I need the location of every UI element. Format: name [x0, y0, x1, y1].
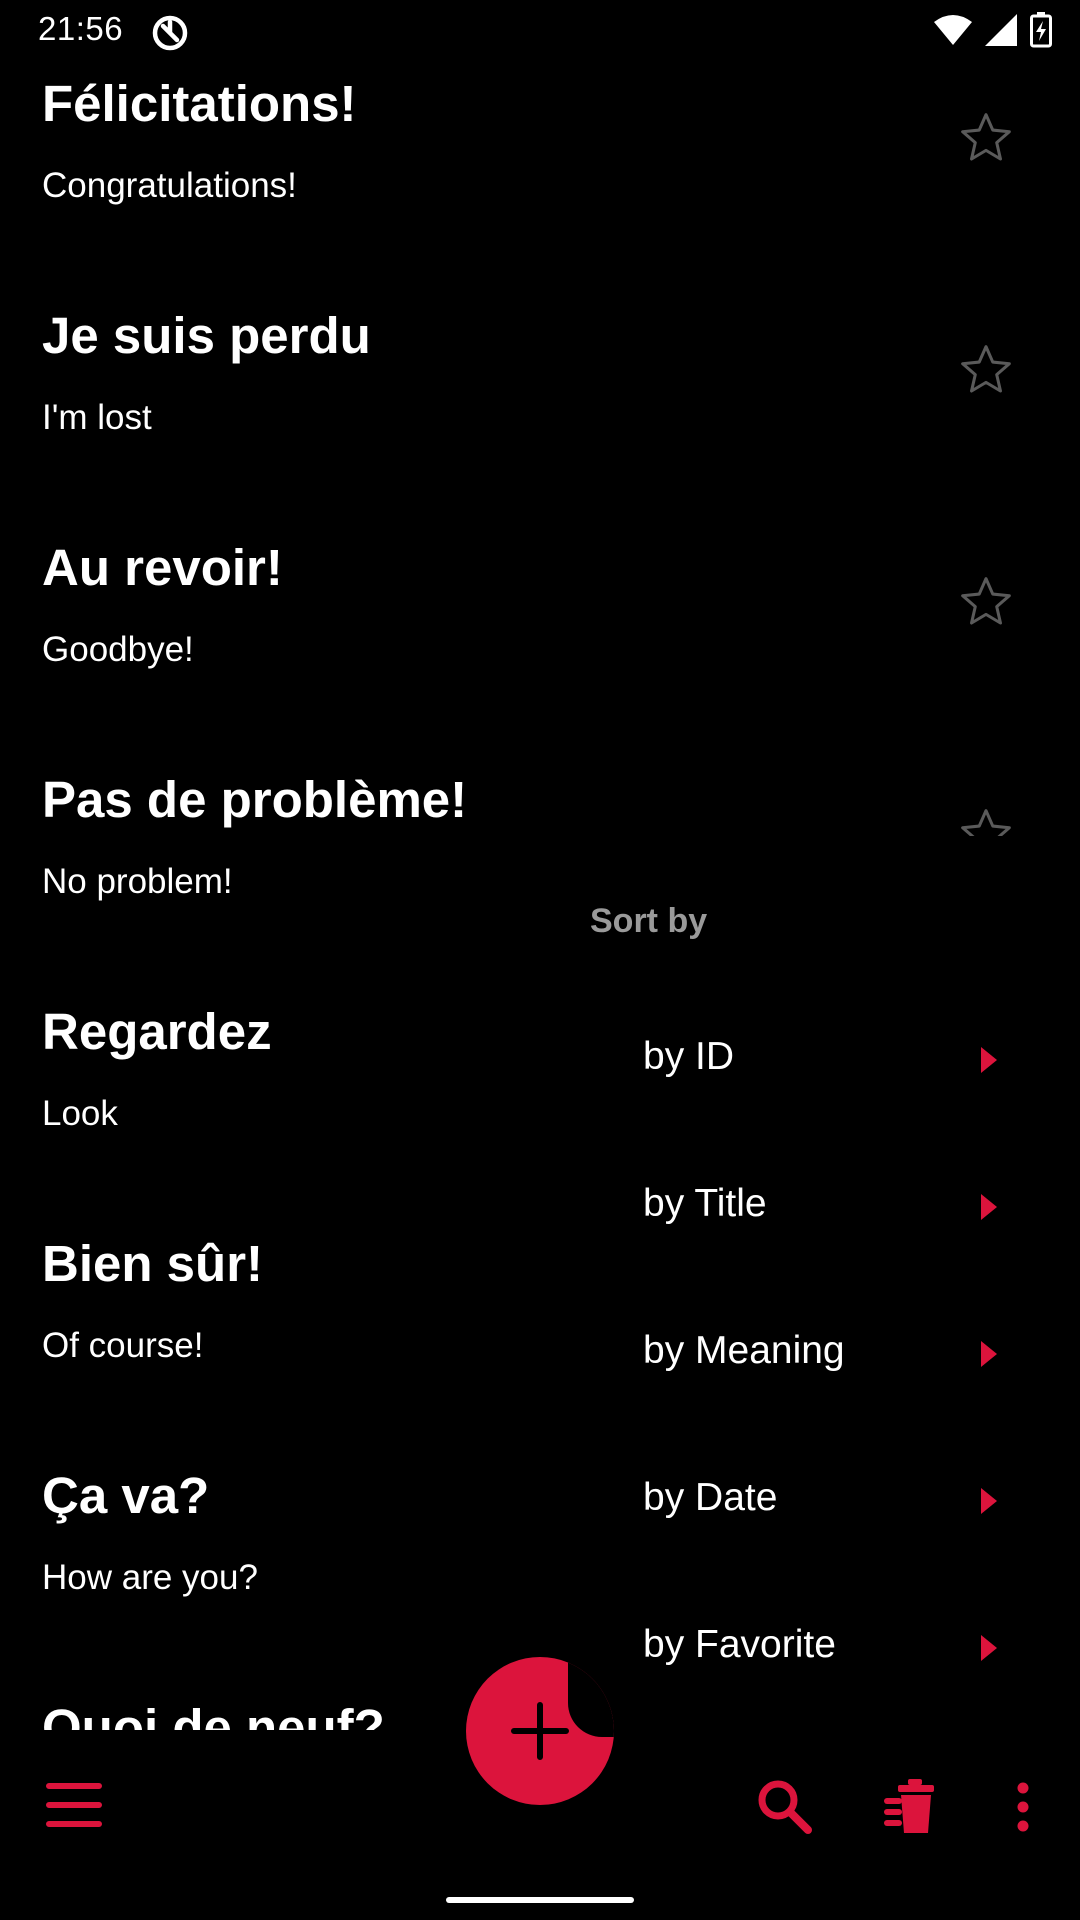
signal-icon	[985, 14, 1017, 46]
phrase-title: Pas de problème!	[42, 771, 468, 828]
star-clip	[958, 806, 1014, 836]
arrow-right-icon	[981, 1047, 997, 1073]
sort-option-id[interactable]: by ID	[575, 1005, 1045, 1115]
phrase-meaning: No problem!	[42, 862, 233, 901]
phrase-title: Regardez	[42, 1003, 272, 1060]
phrase-title: Quoi de neuf?	[42, 1699, 385, 1730]
add-phrase-button[interactable]	[466, 1657, 614, 1805]
sort-option-title[interactable]: by Title	[575, 1152, 1045, 1262]
arrow-right-icon	[981, 1635, 997, 1661]
sort-option-label: by Title	[643, 1182, 767, 1225]
list-item[interactable]: Au revoir! Goodbye!	[0, 528, 1080, 760]
phrase-meaning: Look	[42, 1094, 118, 1133]
sort-menu-header: Sort by	[590, 902, 708, 940]
phrase-meaning: Of course!	[42, 1326, 204, 1365]
sort-option-date[interactable]: by Date	[575, 1446, 1045, 1556]
star-outline-icon[interactable]	[958, 110, 1014, 166]
fab-cutout	[568, 1657, 614, 1737]
arrow-right-icon	[981, 1194, 997, 1220]
sort-option-label: by Meaning	[643, 1329, 845, 1372]
sort-option-label: by Favorite	[643, 1623, 836, 1666]
arrow-right-icon	[981, 1341, 997, 1367]
search-icon[interactable]	[756, 1778, 812, 1834]
list-item[interactable]: Félicitations! Congratulations!	[0, 64, 1080, 296]
phrase-title: Félicitations!	[42, 75, 357, 132]
sort-option-label: by ID	[643, 1035, 735, 1078]
gesture-navigation-handle[interactable]	[446, 1897, 634, 1903]
star-outline-icon[interactable]	[958, 574, 1014, 630]
status-time: 21:56	[38, 10, 124, 47]
sort-option-meaning[interactable]: by Meaning	[575, 1299, 1045, 1409]
phrase-meaning: How are you?	[42, 1558, 258, 1597]
battery-charging-icon	[1030, 12, 1052, 48]
more-vertical-icon[interactable]	[1012, 1782, 1034, 1832]
app-notification-icon	[152, 15, 188, 51]
phrase-title: Je suis perdu	[42, 307, 371, 364]
delete-icon[interactable]	[882, 1776, 940, 1836]
phrase-meaning: I'm lost	[42, 398, 152, 437]
list-item[interactable]: Je suis perdu I'm lost	[0, 296, 1080, 528]
phrase-meaning: Congratulations!	[42, 166, 297, 205]
plus-icon	[511, 1702, 569, 1760]
sort-menu: Sort by by ID by Title by Meaning by Dat…	[575, 880, 1045, 1710]
sort-option-favorite[interactable]: by Favorite	[575, 1593, 1045, 1703]
phrase-title: Au revoir!	[42, 539, 283, 596]
phrase-meaning: Goodbye!	[42, 630, 194, 669]
status-icons	[934, 12, 1052, 48]
hamburger-menu-icon[interactable]	[46, 1780, 102, 1830]
sort-option-label: by Date	[643, 1476, 778, 1519]
star-outline-icon[interactable]	[958, 806, 1014, 836]
arrow-right-icon	[981, 1488, 997, 1514]
status-bar: 21:56	[0, 0, 1080, 64]
wifi-icon	[934, 15, 972, 45]
phrase-title: Ça va?	[42, 1467, 210, 1524]
phrase-title: Bien sûr!	[42, 1235, 264, 1292]
star-outline-icon[interactable]	[958, 342, 1014, 398]
